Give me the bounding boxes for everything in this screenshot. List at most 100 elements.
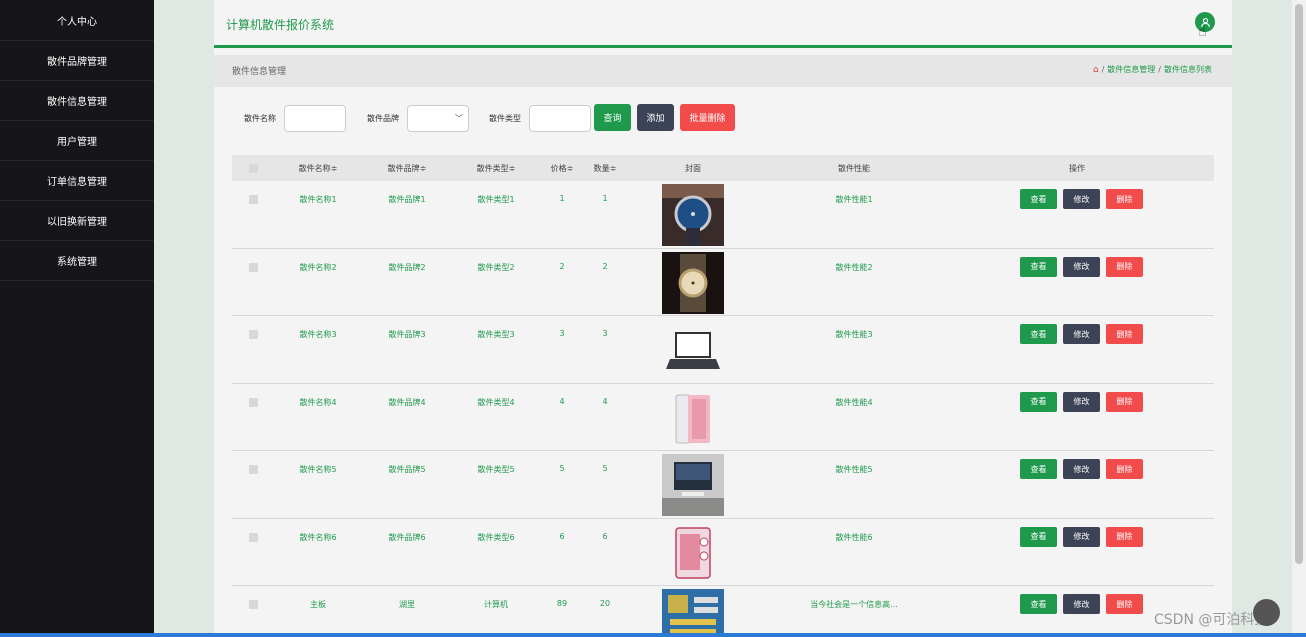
- cell-price: 5: [559, 464, 565, 473]
- name-filter-input[interactable]: [284, 105, 346, 132]
- delete-button[interactable]: 删除: [1106, 256, 1143, 277]
- column-header-price[interactable]: 价格≑: [551, 163, 574, 174]
- edit-button[interactable]: 修改: [1063, 324, 1100, 344]
- cell-name: 散件名称5: [299, 465, 337, 474]
- sort-icon: ≑: [508, 164, 516, 173]
- cell-name: 散件名称4: [299, 397, 337, 407]
- cell-name: 散件名称1: [299, 195, 337, 204]
- sidebar-item-label: 散件品牌管理: [47, 57, 107, 68]
- sidebar-item-label: 订单信息管理: [47, 177, 107, 188]
- cell-brand: 散件品牌6: [388, 532, 426, 542]
- scrollbar-thumb[interactable]: [1295, 4, 1303, 564]
- cell-price: 6: [559, 531, 565, 541]
- sort-icon: ≑: [419, 164, 427, 173]
- floating-action-button[interactable]: [1253, 599, 1280, 626]
- cover-image: [662, 251, 724, 314]
- cell-performance: 散件性能5: [835, 465, 873, 474]
- sidebar-item-order-management[interactable]: 订单信息管理: [0, 161, 154, 201]
- cell-performance: 散件性能2: [835, 262, 873, 272]
- edit-button[interactable]: 修改: [1063, 526, 1100, 547]
- row-checkbox[interactable]: [249, 330, 258, 339]
- cell-qty: 3: [602, 329, 608, 338]
- edit-button[interactable]: 修改: [1063, 256, 1100, 277]
- view-button[interactable]: 查看: [1020, 459, 1057, 479]
- row-checkbox[interactable]: [249, 195, 258, 204]
- row-checkbox[interactable]: [249, 397, 258, 407]
- cell-price: 3: [559, 329, 565, 338]
- type-filter-input[interactable]: [529, 105, 591, 132]
- sidebar-item-system-management[interactable]: 系统管理: [0, 241, 154, 281]
- cover-image: [662, 454, 724, 516]
- view-button[interactable]: 查看: [1020, 189, 1057, 209]
- view-button[interactable]: 查看: [1020, 391, 1057, 412]
- edit-button[interactable]: 修改: [1063, 391, 1100, 412]
- cell-type: 散件类型2: [477, 262, 515, 272]
- cell-brand: 湖里: [399, 600, 415, 609]
- cell-brand: 散件品牌2: [388, 262, 426, 272]
- column-header-name[interactable]: 散件名称≑: [299, 163, 338, 174]
- sidebar-item-parts-info-management[interactable]: 散件信息管理: [0, 81, 154, 121]
- cell-type: 散件类型3: [477, 330, 515, 339]
- type-filter-label: 散件类型: [489, 114, 521, 123]
- cover-image: [662, 319, 724, 381]
- edit-button[interactable]: 修改: [1063, 459, 1100, 479]
- view-button[interactable]: 查看: [1020, 526, 1057, 547]
- row-checkbox[interactable]: [249, 465, 258, 474]
- cell-qty: 2: [602, 261, 608, 271]
- column-header-type[interactable]: 散件类型≑: [477, 163, 516, 174]
- cover-image: [662, 184, 724, 246]
- delete-button[interactable]: 删除: [1106, 391, 1143, 412]
- row-checkbox[interactable]: [249, 262, 258, 272]
- query-button[interactable]: 查询: [594, 104, 631, 131]
- sidebar-item-label: 用户管理: [57, 137, 97, 148]
- breadcrumb-item-parts-list[interactable]: 散件信息列表: [1164, 64, 1212, 75]
- delete-button[interactable]: 删除: [1106, 594, 1143, 614]
- brand-filter-select[interactable]: ﹀: [407, 105, 469, 132]
- cover-image: [662, 386, 724, 449]
- table-row: 散件名称2 散件品牌2 散件类型2 2 2 散件性能2 查看 修改 删除: [232, 248, 1214, 316]
- edit-button[interactable]: 修改: [1063, 189, 1100, 209]
- cell-qty: 1: [602, 194, 608, 203]
- column-header-brand[interactable]: 散件品牌≑: [388, 163, 427, 174]
- cell-price: 4: [559, 396, 565, 406]
- chevron-down-icon: ﹀: [455, 114, 463, 123]
- edit-button[interactable]: 修改: [1063, 594, 1100, 614]
- cell-price: 1: [559, 194, 565, 203]
- view-button[interactable]: 查看: [1020, 594, 1057, 614]
- breadcrumb-separator: /: [1158, 65, 1161, 74]
- table-row: 主板 湖里 计算机 89 20 当今社会是一个信息高... 查看 修改 删除: [232, 586, 1214, 637]
- cell-brand: 散件品牌4: [388, 397, 426, 407]
- delete-button[interactable]: 删除: [1106, 459, 1143, 479]
- main-content: 计算机散件报价系统 ☝ 散件信息管理 ⌂ / 散件信息管理 / 散件信息列表 散…: [214, 0, 1232, 637]
- cell-price: 89: [556, 599, 568, 608]
- select-all-checkbox[interactable]: [249, 164, 258, 173]
- sidebar: 个人中心 散件品牌管理 散件信息管理 用户管理 订单信息管理 以旧换新管理 系统…: [0, 0, 154, 637]
- column-header-operations: 操作: [1069, 164, 1085, 173]
- view-button[interactable]: 查看: [1020, 256, 1057, 277]
- sidebar-item-personal-center[interactable]: 个人中心: [0, 0, 154, 41]
- delete-button[interactable]: 删除: [1106, 324, 1143, 344]
- delete-button[interactable]: 删除: [1106, 526, 1143, 547]
- cell-qty: 6: [602, 531, 608, 541]
- home-icon[interactable]: ⌂: [1093, 65, 1099, 75]
- cell-name: 散件名称2: [299, 262, 337, 272]
- column-header-qty[interactable]: 数量≑: [594, 163, 617, 174]
- cell-qty: 4: [602, 396, 608, 406]
- table-row: 散件名称6 散件品牌6 散件类型6 6 6 散件性能6 查看 修改 删除: [232, 518, 1214, 586]
- row-checkbox[interactable]: [249, 600, 258, 609]
- delete-button[interactable]: 删除: [1106, 189, 1143, 209]
- page-scrollbar[interactable]: [1292, 0, 1306, 637]
- sidebar-item-user-management[interactable]: 用户管理: [0, 121, 154, 161]
- batch-delete-button[interactable]: 批量删除: [680, 104, 735, 131]
- parts-table: 散件名称≑ 散件品牌≑ 散件类型≑ 价格≑ 数量≑ 封面 散件性能 操作 散件名…: [232, 155, 1214, 637]
- breadcrumb-item-parts-management[interactable]: 散件信息管理: [1107, 64, 1155, 75]
- view-button[interactable]: 查看: [1020, 324, 1057, 344]
- add-button[interactable]: 添加: [637, 104, 674, 131]
- cover-image: [662, 589, 724, 637]
- row-checkbox[interactable]: [249, 532, 258, 542]
- cell-type: 散件类型5: [477, 465, 515, 474]
- cell-type: 计算机: [484, 600, 508, 609]
- cell-performance: 散件性能3: [835, 330, 873, 339]
- sidebar-item-trade-in-management[interactable]: 以旧换新管理: [0, 201, 154, 241]
- sidebar-item-brand-management[interactable]: 散件品牌管理: [0, 41, 154, 81]
